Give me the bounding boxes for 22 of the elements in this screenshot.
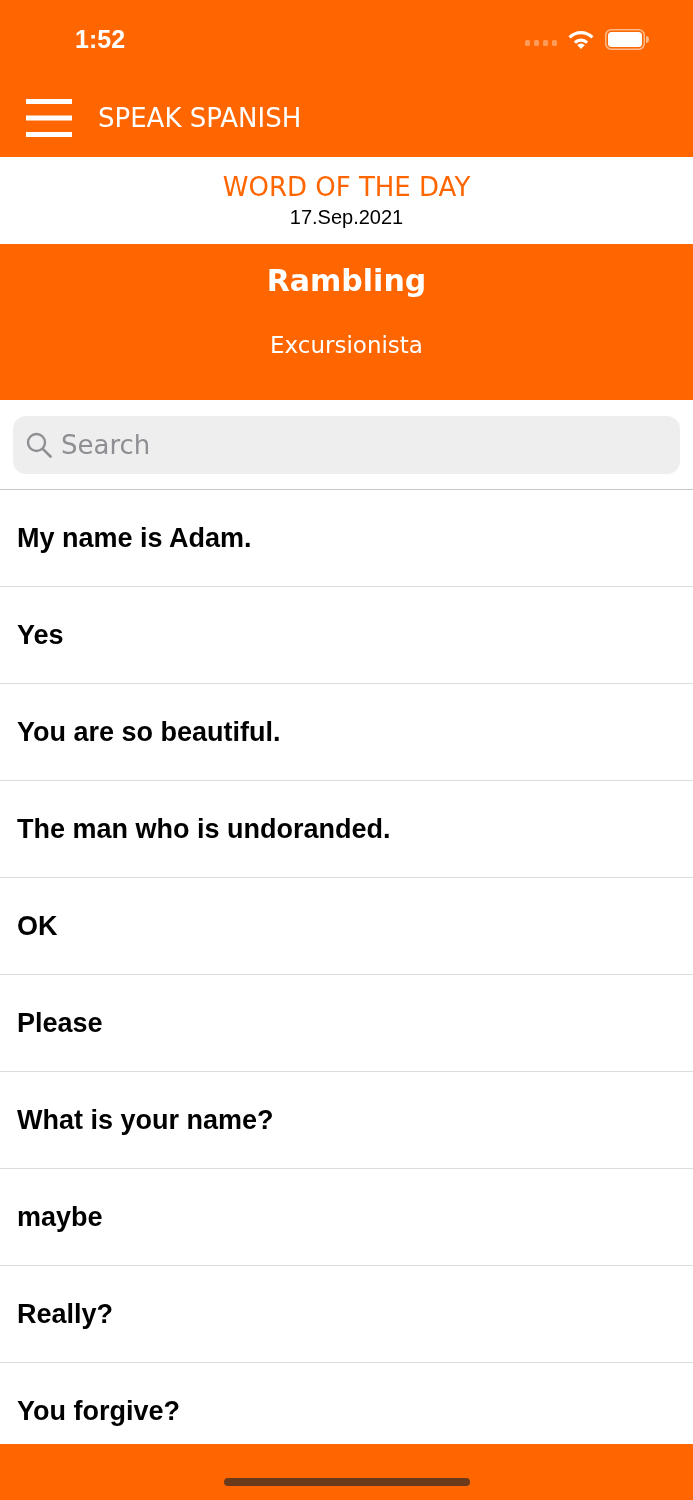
phrase-row[interactable]: Yes xyxy=(0,587,693,684)
phrase-row[interactable]: The man who is undoranded. xyxy=(0,781,693,878)
phrase-row[interactable]: Please xyxy=(0,975,693,1072)
phrase-row[interactable]: Really? xyxy=(0,1266,693,1363)
app-title: SPEAK SPANISH xyxy=(98,102,302,133)
search-icon xyxy=(26,432,52,458)
phrase-row[interactable]: maybe xyxy=(0,1169,693,1266)
status-time: 1:52 xyxy=(75,24,126,54)
phrase-row[interactable]: You are so beautiful. xyxy=(0,684,693,781)
menu-button[interactable] xyxy=(26,98,72,137)
battery-icon xyxy=(605,28,649,50)
word-of-the-day-heading: WORD OF THE DAY xyxy=(222,172,471,202)
wifi-icon xyxy=(568,29,594,49)
spanish-translation: Excursionista xyxy=(270,332,423,358)
search-field[interactable]: Search xyxy=(13,416,680,474)
word-date: 17.Sep.2021 xyxy=(289,206,404,229)
english-word: Rambling xyxy=(266,263,427,298)
menu-icon xyxy=(26,98,72,137)
phrase-row[interactable]: What is your name? xyxy=(0,1072,693,1169)
phrase-row[interactable]: My name is Adam. xyxy=(0,490,693,587)
signal-dots-icon xyxy=(525,40,557,46)
phrase-row[interactable]: OK xyxy=(0,878,693,975)
